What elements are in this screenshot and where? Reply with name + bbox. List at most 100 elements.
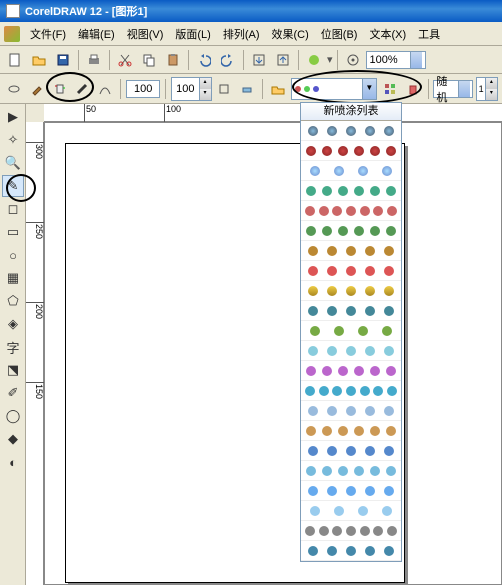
preset-stroke-button[interactable] <box>4 78 24 100</box>
separator <box>428 79 429 99</box>
delete-button[interactable] <box>403 78 423 100</box>
ruler-tick: 50 <box>84 104 96 122</box>
toolbox: ▶ ✧ 🔍 ✎ ◻ ▭ ○ ▦ ⬠ ◈ 字 ⬔ ✐ ◯ ◆ ◐ <box>0 104 26 585</box>
app-launcher-button[interactable] <box>303 49 325 71</box>
import-button[interactable] <box>248 49 270 71</box>
rectangle-tool[interactable]: ▭ <box>2 221 24 243</box>
shape-tool[interactable]: ✧ <box>2 129 24 151</box>
freehand-smoothing-input[interactable]: 100 <box>126 80 160 98</box>
eyedropper-tool[interactable]: ✐ <box>2 382 24 404</box>
spraylist-combo[interactable]: ▼ <box>291 78 377 100</box>
spray-pattern-item[interactable] <box>301 281 401 301</box>
options-button[interactable] <box>342 49 364 71</box>
print-button[interactable] <box>83 49 105 71</box>
spray-pattern-item[interactable] <box>301 461 401 481</box>
spraylist-edit-button[interactable] <box>380 78 400 100</box>
spray-pattern-item[interactable] <box>301 361 401 381</box>
size-prop-button[interactable] <box>237 78 257 100</box>
text-tool[interactable]: 字 <box>2 336 24 358</box>
spray-pattern-item[interactable] <box>301 521 401 541</box>
pick-tool[interactable]: ▶ <box>2 106 24 128</box>
fill-tool[interactable]: ◆ <box>2 428 24 450</box>
ellipse-tool[interactable]: ○ <box>2 244 24 266</box>
zoom-tool[interactable]: 🔍 <box>2 152 24 174</box>
polygon-tool[interactable]: ⬠ <box>2 290 24 312</box>
graph-paper-tool[interactable]: ▦ <box>2 267 24 289</box>
separator <box>109 50 110 70</box>
interactive-fill-tool[interactable]: ◐ <box>2 451 24 473</box>
undo-button[interactable] <box>193 49 215 71</box>
menu-view[interactable]: 视图(V) <box>121 24 170 44</box>
save-button[interactable] <box>52 49 74 71</box>
sprayer-button[interactable] <box>50 78 70 100</box>
spray-pattern-item[interactable] <box>301 201 401 221</box>
spray-pattern-item[interactable] <box>301 241 401 261</box>
spray-pattern-item[interactable] <box>301 141 401 161</box>
spray-pattern-item[interactable] <box>301 301 401 321</box>
open-button[interactable] <box>28 49 50 71</box>
spray-pattern-item[interactable] <box>301 161 401 181</box>
spraylist-header: 新喷涂列表 <box>301 103 401 121</box>
paste-button[interactable] <box>162 49 184 71</box>
menu-effects[interactable]: 效果(C) <box>266 24 315 44</box>
browse-button[interactable] <box>268 78 288 100</box>
dropdown-icon[interactable] <box>410 52 422 68</box>
coreldraw-icon <box>4 26 20 42</box>
spraylist-dropdown[interactable]: 新喷涂列表 <box>300 102 402 562</box>
basic-shapes-tool[interactable]: ◈ <box>2 313 24 335</box>
zoom-value: 100% <box>370 54 398 66</box>
spray-pattern-item[interactable] <box>301 541 401 561</box>
separator <box>262 79 263 99</box>
spin-up-icon[interactable]: ▴ <box>199 78 211 89</box>
spin-down-icon[interactable]: ▾ <box>199 89 211 100</box>
spray-pattern-item[interactable] <box>301 261 401 281</box>
menu-arrange[interactable]: 排列(A) <box>217 24 266 44</box>
menu-text[interactable]: 文本(X) <box>363 24 412 44</box>
spray-pattern-item[interactable] <box>301 401 401 421</box>
horizontal-ruler[interactable]: 50 100 <box>44 104 502 122</box>
drawing-canvas[interactable] <box>44 122 502 585</box>
menu-file[interactable]: 文件(F) <box>24 24 72 44</box>
canvas-area: 50 100 300 250 200 150 <box>26 104 502 585</box>
separator <box>188 50 189 70</box>
spray-pattern-item[interactable] <box>301 181 401 201</box>
spray-pattern-item[interactable] <box>301 421 401 441</box>
copy-button[interactable] <box>138 49 160 71</box>
cut-button[interactable] <box>114 49 136 71</box>
ruler-tick: 300 <box>26 142 44 159</box>
pressure-button[interactable] <box>95 78 115 100</box>
artistic-media-tool[interactable]: ✎ <box>2 175 24 197</box>
outline-tool[interactable]: ◯ <box>2 405 24 427</box>
spray-pattern-item[interactable] <box>301 481 401 501</box>
dropdown-icon[interactable]: ▼ <box>362 79 376 99</box>
dabs-input[interactable]: 1▴▾ <box>476 77 498 101</box>
spray-pattern-item[interactable] <box>301 321 401 341</box>
spray-pattern-item[interactable] <box>301 441 401 461</box>
menu-bitmap[interactable]: 位图(B) <box>315 24 364 44</box>
spray-pattern-item[interactable] <box>301 381 401 401</box>
zoom-combo[interactable]: 100% <box>366 51 426 69</box>
ruler-tick: 100 <box>164 104 181 122</box>
spray-pattern-item[interactable] <box>301 121 401 141</box>
dropdown-arrow-icon: ▾ <box>327 53 333 66</box>
spray-pattern-item[interactable] <box>301 501 401 521</box>
spray-pattern-item[interactable] <box>301 221 401 241</box>
menu-edit[interactable]: 编辑(E) <box>72 24 121 44</box>
menu-tools[interactable]: 工具 <box>412 24 446 44</box>
calligraphic-button[interactable] <box>73 78 93 100</box>
menu-layout[interactable]: 版面(L) <box>169 24 216 44</box>
size-lock-button[interactable] <box>215 78 235 100</box>
interactive-blend-tool[interactable]: ⬔ <box>2 359 24 381</box>
vertical-ruler[interactable]: 300 250 200 150 <box>26 122 44 585</box>
spray-pattern-item[interactable] <box>301 341 401 361</box>
separator <box>165 79 166 99</box>
new-button[interactable] <box>4 49 26 71</box>
spray-size-input[interactable]: 100▴▾ <box>171 77 211 101</box>
redo-button[interactable] <box>217 49 239 71</box>
export-button[interactable] <box>272 49 294 71</box>
smart-drawing-tool[interactable]: ◻ <box>2 198 24 220</box>
spray-order-combo[interactable]: 随机 <box>433 80 473 98</box>
title-bar: CorelDRAW 12 - [图形1] <box>0 0 502 22</box>
dropdown-icon[interactable] <box>458 81 470 97</box>
brush-button[interactable] <box>27 78 47 100</box>
